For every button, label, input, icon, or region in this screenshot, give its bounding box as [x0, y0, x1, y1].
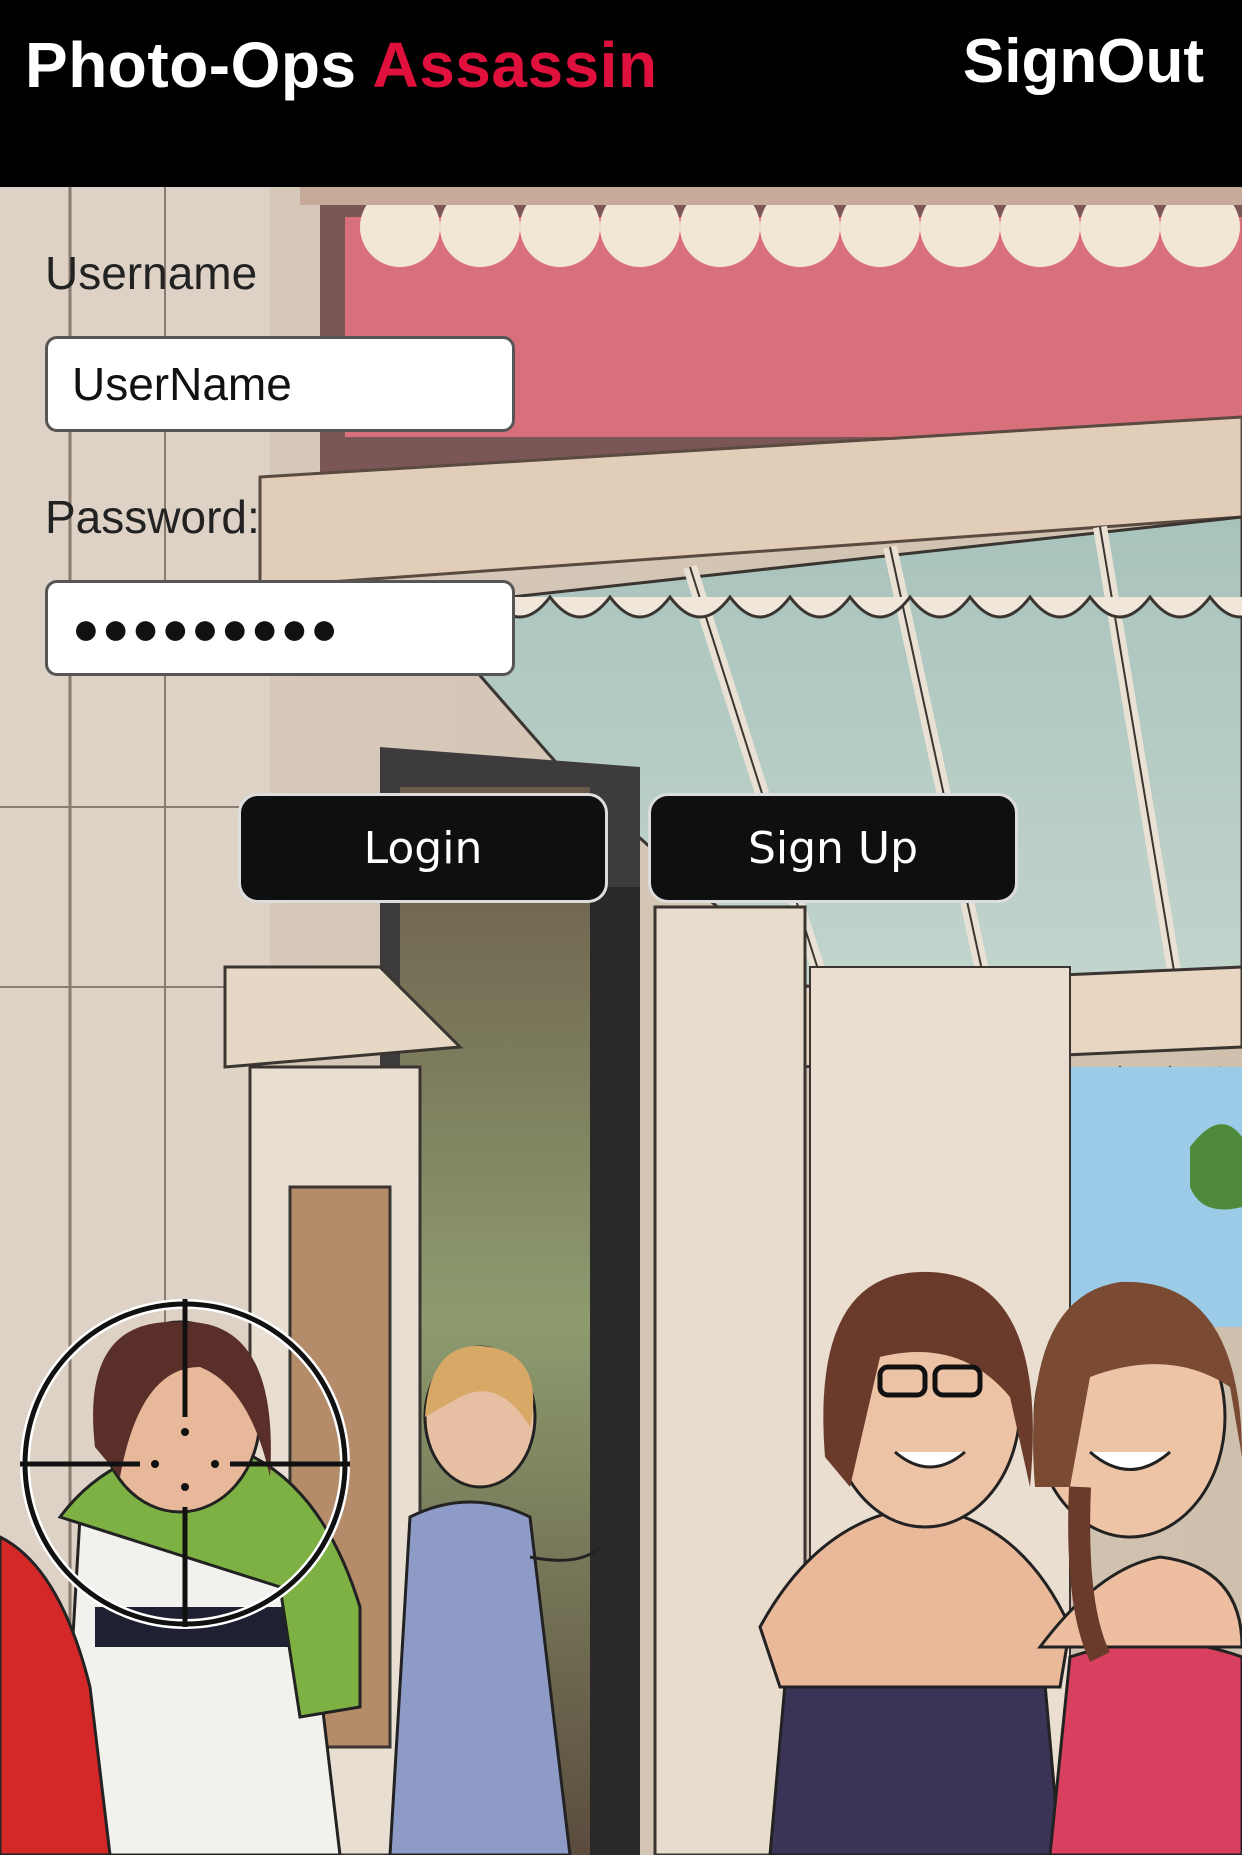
- app-title-part2: Assassin: [372, 29, 658, 101]
- signout-link[interactable]: SignOut: [963, 26, 1204, 97]
- app-screen: Photo-Ops Assassin SignOut Username User…: [0, 0, 1242, 1855]
- password-input[interactable]: ●●●●●●●●●: [45, 580, 515, 676]
- app-title: Photo-Ops Assassin: [25, 28, 658, 102]
- street-scene-illustration: [0, 187, 1242, 1855]
- top-bar: Photo-Ops Assassin SignOut: [0, 0, 1242, 187]
- username-label: Username: [45, 247, 258, 299]
- password-label: Password:: [45, 491, 260, 543]
- app-title-part1: Photo-Ops: [25, 29, 357, 101]
- username-input[interactable]: [45, 336, 515, 432]
- signup-button[interactable]: Sign Up: [648, 793, 1018, 903]
- login-button[interactable]: Login: [238, 793, 608, 903]
